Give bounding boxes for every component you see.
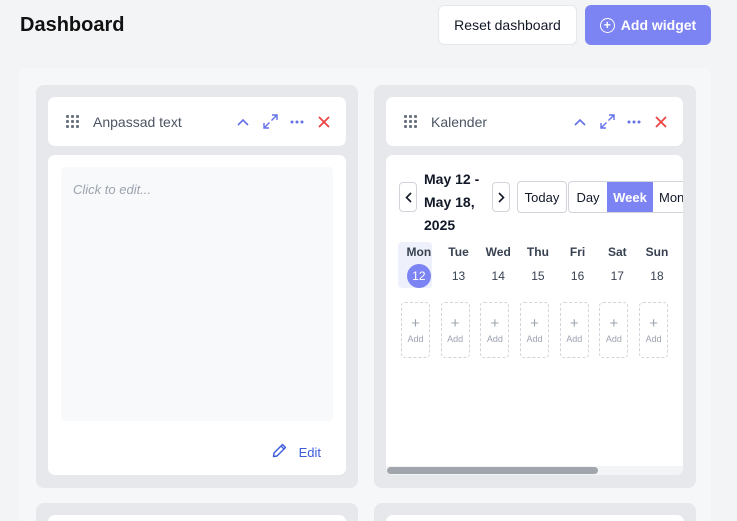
plus-icon: + <box>609 315 619 332</box>
close-icon[interactable] <box>316 114 332 130</box>
drag-handle-icon[interactable] <box>404 115 417 128</box>
plus-icon: + <box>411 315 420 332</box>
day-number: 18 <box>650 269 664 283</box>
view-day-button[interactable]: Day <box>569 182 607 212</box>
add-event-button[interactable]: + Add <box>599 302 629 358</box>
add-event-row: + Add + Add + Add + Add + Add + Add + Add <box>401 302 679 358</box>
day-number: 15 <box>531 269 545 283</box>
text-edit-area[interactable]: Click to edit... <box>61 167 333 421</box>
view-month-button[interactable]: Mon <box>653 182 683 212</box>
plus-icon: + <box>649 315 658 332</box>
day-name: Mon <box>406 245 432 259</box>
chevron-up-icon[interactable] <box>235 114 251 130</box>
add-event-button[interactable]: + Add <box>559 302 589 358</box>
widget-header-text: Anpassad text <box>48 97 346 146</box>
edit-button[interactable]: Edit <box>272 443 321 461</box>
chevron-right-icon <box>497 191 505 203</box>
expand-icon[interactable] <box>262 114 278 130</box>
scrollbar-thumb[interactable] <box>387 467 598 474</box>
plus-icon: + <box>530 315 539 332</box>
chevron-up-icon[interactable] <box>572 114 588 130</box>
view-switcher: Day Week Mon <box>568 181 683 213</box>
widget-body-text: Click to edit... Edit <box>48 155 346 475</box>
plus-icon: + <box>450 315 460 332</box>
today-button[interactable]: Today <box>517 181 567 213</box>
plus-icon: + <box>490 315 500 332</box>
widget-title: Kalender <box>431 113 488 130</box>
day-name: Sun <box>645 245 669 259</box>
day-column[interactable]: Sat 17 <box>597 243 637 288</box>
chevron-left-icon <box>404 191 412 203</box>
day-number: 16 <box>570 269 585 283</box>
next-week-button[interactable] <box>492 182 510 212</box>
day-column[interactable]: Thu 15 <box>518 243 558 288</box>
day-name: Wed <box>485 245 511 259</box>
week-days-header: Mon 12 Tue 13 Wed 14 Thu 15 Fri 16 Sat 17 Sun 1… <box>399 243 677 288</box>
day-column[interactable]: Sun 18 <box>637 243 677 288</box>
day-column[interactable]: Fri 16 <box>558 243 598 288</box>
page-title: Dashboard <box>20 14 125 36</box>
day-number: 17 <box>610 269 624 283</box>
day-name: Fri <box>569 245 586 259</box>
widget-toolbar <box>235 97 332 146</box>
widget-toolbar <box>572 97 669 146</box>
plus-icon: + <box>569 315 579 332</box>
add-widget-label: Add widget <box>620 17 697 33</box>
view-week-button[interactable]: Week <box>607 182 653 212</box>
edit-label: Edit <box>298 444 321 460</box>
widget-title: Anpassad text <box>93 113 182 130</box>
reset-dashboard-button[interactable]: Reset dashboard <box>438 5 577 45</box>
day-number: 14 <box>491 269 505 283</box>
day-number: 13 <box>451 269 466 283</box>
day-column[interactable]: Mon 12 <box>399 243 439 288</box>
drag-handle-icon[interactable] <box>66 115 79 128</box>
day-name: Tue <box>448 245 469 259</box>
day-column[interactable]: Wed 14 <box>478 243 518 288</box>
more-icon[interactable] <box>289 114 305 130</box>
expand-icon[interactable] <box>599 114 615 130</box>
widget-slot-bottom-right <box>374 503 696 521</box>
add-event-button[interactable]: + Add <box>440 302 470 358</box>
close-icon[interactable] <box>653 114 669 130</box>
day-column[interactable]: Tue 13 <box>439 243 479 288</box>
date-range-label: May 12 - May 18, 2025 <box>424 171 480 233</box>
day-number: 12 <box>406 264 431 288</box>
widget-slot-bottom-left <box>36 503 358 521</box>
prev-week-button[interactable] <box>399 182 417 212</box>
add-event-button[interactable]: + Add <box>520 302 550 358</box>
day-name: Thu <box>526 245 549 259</box>
day-name: Sat <box>607 245 627 259</box>
pencil-icon <box>272 443 287 461</box>
add-event-button[interactable]: + Add <box>480 302 510 358</box>
widget-header-calendar: Kalender <box>386 97 683 146</box>
more-icon[interactable] <box>626 114 642 130</box>
plus-circle-icon: + <box>599 17 615 33</box>
add-widget-button[interactable]: + Add widget <box>585 5 711 45</box>
widget-body-calendar: May 12 - May 18, 2025 Today Day Week Mon… <box>386 155 683 475</box>
text-placeholder: Click to edit... <box>73 182 152 197</box>
horizontal-scrollbar[interactable] <box>386 466 683 475</box>
add-event-button[interactable]: + Add <box>639 302 669 358</box>
add-event-button[interactable]: + Add <box>401 302 430 358</box>
